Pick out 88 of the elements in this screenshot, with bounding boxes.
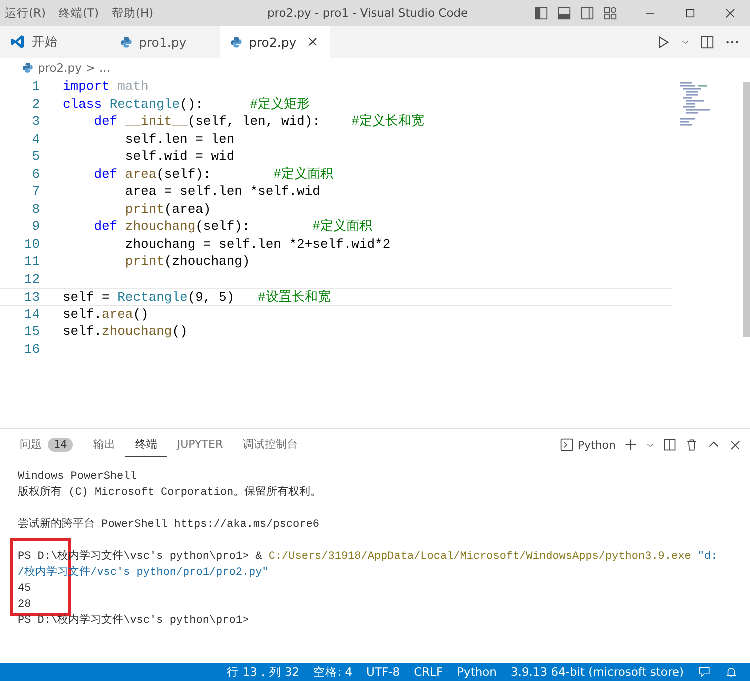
line-number: 5 [31, 148, 41, 166]
secondary-sidebar-icon[interactable] [580, 6, 595, 20]
layout-icon[interactable] [603, 6, 618, 20]
code-line: def __init__(self, len, wid): #定义长和宽 [93, 113, 424, 130]
terminal-line: 28 [18, 598, 32, 613]
line-number: 7 [31, 183, 41, 200]
terminal-line: 版权所有 (C) Microsoft Corporation。保留所有权利。 [18, 485, 323, 501]
terminal-line: PS D:\校内学习文件\vsc's python\pro1> [18, 613, 250, 629]
code-line: self.zhouchang() [63, 323, 188, 340]
python-file-icon [120, 36, 133, 48]
status-item[interactable]: 行 13，列 32 [227, 664, 300, 680]
menu-item[interactable]: 运行(R) [0, 6, 54, 20]
panel-toggle-icon[interactable] [557, 6, 572, 20]
editor-tab[interactable]: 开始 [0, 26, 110, 58]
line-number: 4 [31, 130, 41, 148]
status-item[interactable]: Python [457, 665, 497, 679]
run-icon[interactable] [656, 34, 671, 50]
terminal-line: Windows PowerShell [18, 470, 138, 485]
code-line: zhouchang = self.len *2+self.wid*2 [124, 236, 391, 253]
split-editor-icon[interactable] [700, 34, 715, 50]
plus-icon[interactable] [624, 438, 638, 452]
terminal-line: 尝试新的跨平台 PowerShell https://aka.ms/pscore6 [18, 517, 320, 533]
breadcrumb-item[interactable]: pro2.py [38, 61, 82, 75]
bell-icon[interactable] [725, 666, 738, 678]
code-line: def zhouchang(self): #定义面积 [93, 218, 372, 236]
line-number: 14 [23, 306, 41, 323]
line-number: 16 [23, 340, 41, 358]
vscode-logo-icon [10, 34, 26, 50]
editor-tab[interactable]: pro2.py [220, 26, 330, 58]
line-number: 10 [23, 236, 41, 253]
menu-item[interactable]: 帮助(H) [106, 6, 162, 20]
line-number: 9 [31, 218, 41, 236]
panel-tab[interactable]: 问题 14 [10, 433, 84, 457]
panel-tab[interactable]: 终端 [125, 433, 168, 457]
scrollbar[interactable] [743, 82, 750, 337]
python-file-icon [230, 36, 243, 48]
line-number: 8 [31, 200, 41, 218]
count-badge: 14 [48, 438, 74, 452]
panel-tab[interactable]: 输出 [83, 433, 126, 457]
feedback-icon[interactable] [698, 666, 711, 678]
panel-tab[interactable]: JUPYTER [167, 433, 234, 457]
line-number: 2 [31, 96, 41, 113]
maximize-icon[interactable] [684, 6, 696, 20]
status-item[interactable]: CRLF [414, 665, 444, 679]
tab-label: pro1.py [139, 34, 187, 50]
tab-label: 调试控制台 [243, 437, 298, 452]
window-title: pro2.py - pro1 - Visual Studio Code [266, 6, 470, 20]
code-line: def area(self): #定义面积 [93, 166, 334, 183]
close-icon[interactable] [729, 438, 742, 452]
line-number: 12 [23, 270, 41, 288]
code-line: print(zhouchang) [124, 253, 250, 270]
terminal-line: 45 [18, 582, 32, 597]
tab-label: 问题 [20, 437, 42, 452]
close-icon[interactable] [724, 6, 736, 20]
sidebar-toggle-icon[interactable] [534, 6, 549, 20]
code-line: self = Rectangle(9, 5) #设置长和宽 [63, 289, 331, 304]
line-number: 13 [23, 289, 41, 304]
line-number: 3 [31, 113, 41, 130]
python-file-icon [22, 62, 34, 74]
trash-icon[interactable] [685, 438, 699, 452]
line-number: 1 [31, 78, 41, 96]
code-line: self.wid = wid [124, 148, 235, 166]
terminal-icon [560, 438, 574, 452]
breadcrumb-item[interactable]: ... [100, 61, 110, 75]
editor-tab[interactable]: pro1.py [110, 26, 220, 58]
tab-label: pro2.py [249, 34, 297, 50]
tab-label: JUPYTER [177, 438, 224, 451]
line-number: 15 [23, 323, 41, 340]
status-item[interactable]: UTF-8 [366, 665, 400, 679]
code-line: import math [63, 78, 149, 96]
status-item[interactable]: 空格: 4 [314, 664, 353, 680]
code-line: area = self.len *self.wid [124, 183, 320, 200]
terminal-selector[interactable]: Python [560, 438, 616, 452]
code-line: self.area() [63, 306, 149, 323]
menu-item[interactable]: 终端(T) [54, 6, 107, 20]
code-line: print(area) [124, 200, 212, 218]
breadcrumb-separator: > [86, 61, 96, 75]
tab-label: 输出 [93, 437, 116, 452]
line-number: 6 [31, 166, 41, 183]
minimap-drawing [680, 82, 710, 127]
line-number: 11 [23, 253, 41, 270]
tab-label: 终端 [135, 437, 158, 452]
status-item[interactable]: 3.9.13 64-bit (microsoft store) [510, 665, 684, 679]
code-line: self.len = len [124, 130, 235, 148]
panel-tab[interactable]: 调试控制台 [233, 433, 308, 457]
code-line: class Rectangle(): #定义矩形 [63, 96, 310, 113]
split-terminal-icon[interactable] [663, 438, 677, 452]
tab-label: 开始 [32, 34, 58, 50]
